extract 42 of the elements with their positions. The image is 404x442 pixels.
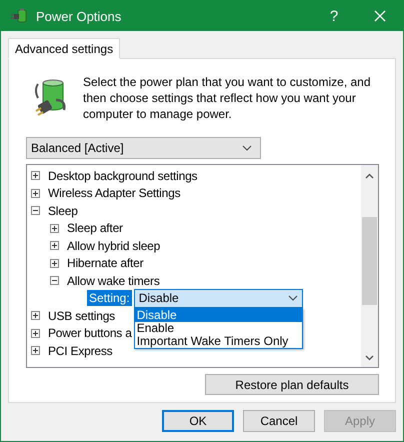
tree-item[interactable]: Power buttons a (48, 326, 132, 340)
setting-dropdown[interactable]: Disable (134, 288, 303, 308)
tree-item[interactable]: Sleep after (67, 221, 123, 236)
tree-item[interactable]: Allow hybrid sleep (67, 238, 160, 253)
plan-dropdown[interactable]: Balanced [Active] (26, 137, 261, 159)
chevron-down-icon (288, 295, 298, 302)
expand-icon[interactable] (50, 241, 59, 250)
chevron-down-icon (242, 145, 252, 151)
collapse-icon[interactable] (50, 276, 59, 286)
dropdown-option[interactable]: Disable (134, 308, 302, 322)
expand-icon[interactable] (31, 311, 40, 320)
window-title: Power Options (36, 8, 122, 24)
restore-defaults-button[interactable]: Restore plan defaults (205, 374, 379, 395)
expand-icon[interactable] (31, 171, 40, 180)
tree-item[interactable]: USB settings (48, 308, 115, 323)
description-text: Select the power plan that you want to customize, and then choose settings that reflect how you want your computer to manage power. (83, 74, 372, 122)
tree-item[interactable]: Sleep (48, 204, 78, 218)
tree-item[interactable]: Allow wake timers (67, 274, 160, 288)
setting-label: Setting: (87, 290, 132, 306)
chevron-down-icon[interactable] (365, 355, 374, 361)
expand-icon[interactable] (31, 346, 40, 356)
scrollbar-thumb[interactable] (362, 217, 377, 305)
tree-item[interactable]: PCI Express (48, 344, 112, 358)
dropdown-option[interactable]: Enable (134, 322, 302, 335)
tree-item[interactable]: Hibernate after (67, 256, 144, 270)
dialog-button[interactable]: Cancel (243, 410, 315, 432)
battery-plug-icon (10, 8, 28, 24)
scrollbar[interactable] (361, 165, 378, 367)
tree-item[interactable]: Wireless Adapter Settings (48, 186, 180, 200)
expand-icon[interactable] (50, 258, 59, 268)
help-button[interactable]: ? (311, 1, 357, 31)
dropdown-option[interactable]: Important Wake Timers Only (134, 334, 302, 348)
close-icon (374, 10, 386, 22)
chevron-up-icon[interactable] (365, 173, 374, 179)
tree-item[interactable]: Desktop background settings (48, 168, 198, 183)
collapse-icon[interactable] (31, 206, 40, 216)
expand-icon[interactable] (31, 188, 40, 198)
battery-plug-icon (34, 78, 68, 118)
dialog-button[interactable]: OK (162, 410, 234, 432)
expand-icon[interactable] (31, 328, 40, 338)
expand-icon[interactable] (50, 224, 59, 233)
tab[interactable]: Advanced settings (8, 38, 120, 59)
